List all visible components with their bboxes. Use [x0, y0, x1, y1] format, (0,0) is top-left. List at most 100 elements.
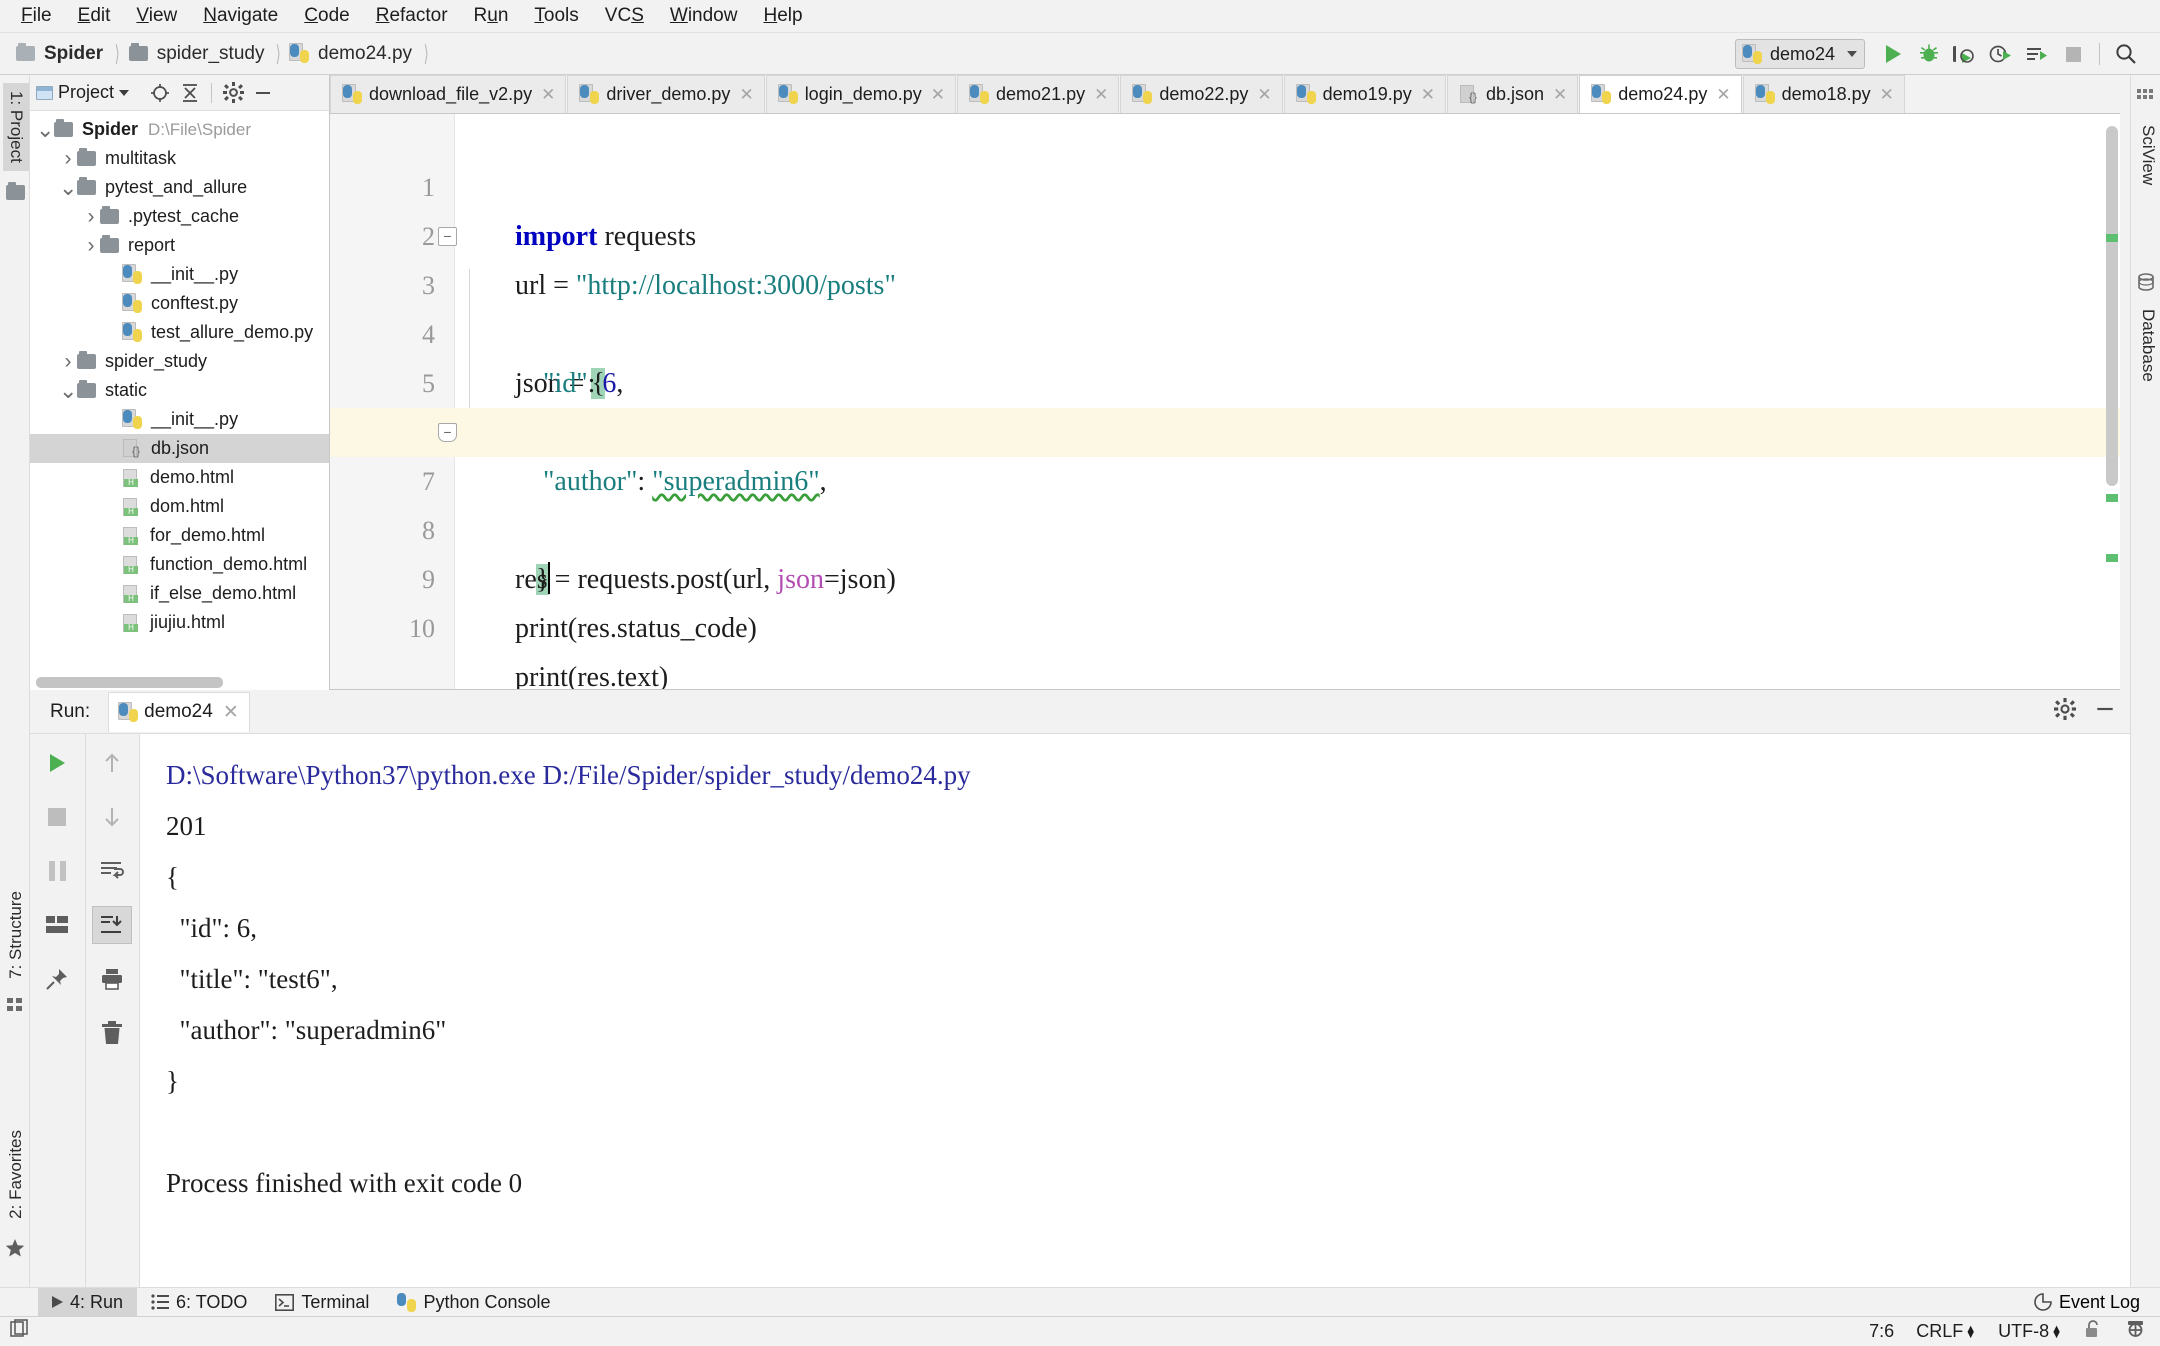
- tree-item[interactable]: Hfor_demo.html: [30, 521, 329, 550]
- sidebar-item-sciview[interactable]: SciView: [2135, 117, 2160, 193]
- menu-navigate[interactable]: Navigate: [190, 2, 291, 30]
- editor-tab-demo21-py[interactable]: demo21.py ✕: [957, 75, 1120, 113]
- tree-item[interactable]: Hif_else_demo.html: [30, 579, 329, 608]
- select-opened-file-button[interactable]: [145, 78, 175, 108]
- close-icon[interactable]: ✕: [1094, 85, 1108, 105]
- chevron-down-icon[interactable]: [119, 89, 130, 96]
- pin-tab-button[interactable]: [37, 960, 77, 998]
- tree-item[interactable]: Hdemo.html: [30, 463, 329, 492]
- collapse-all-button[interactable]: [175, 78, 205, 108]
- editor-marker[interactable]: [2106, 234, 2118, 242]
- rerun-button[interactable]: [37, 744, 77, 782]
- breadcrumb-item-folder[interactable]: spider_study: [157, 43, 265, 65]
- editor-tab-download-file-v2-py[interactable]: download_file_v2.py ✕: [330, 75, 567, 113]
- tool-window-python-console[interactable]: Python Console: [383, 1288, 564, 1317]
- caret-position[interactable]: 7:6: [1869, 1321, 1894, 1342]
- tree-item[interactable]: conftest.py: [30, 289, 329, 318]
- menu-window[interactable]: Window: [657, 2, 751, 30]
- editor-tab-demo22-py[interactable]: demo22.py ✕: [1120, 75, 1283, 113]
- tree-item[interactable]: Hjiujiu.html: [30, 608, 329, 637]
- stop-process-button[interactable]: [37, 798, 77, 836]
- line-separator-selector[interactable]: CRLF ▲ ▼: [1916, 1321, 1976, 1342]
- close-icon[interactable]: ✕: [1421, 85, 1435, 105]
- close-icon[interactable]: ✕: [1716, 85, 1730, 105]
- run-hide-button[interactable]: [2094, 698, 2116, 725]
- menu-code[interactable]: Code: [291, 2, 362, 30]
- menu-tools[interactable]: Tools: [521, 2, 591, 30]
- tool-window-run[interactable]: 4: Run: [38, 1287, 138, 1317]
- chevron-down-icon[interactable]: ⌄: [59, 176, 77, 198]
- project-horizontal-scrollbar[interactable]: [36, 677, 289, 688]
- tree-item[interactable]: › spider_study: [30, 347, 329, 376]
- close-icon[interactable]: ✕: [541, 85, 555, 105]
- editor-vertical-scrollbar[interactable]: [2106, 126, 2118, 486]
- menu-file[interactable]: File: [8, 2, 65, 30]
- encoding-selector[interactable]: UTF-8 ▲ ▼: [1998, 1321, 2062, 1342]
- close-icon[interactable]: ✕: [739, 85, 753, 105]
- tree-item[interactable]: ⌄ static: [30, 376, 329, 405]
- run-with-coverage-button[interactable]: [1947, 37, 1983, 71]
- menu-help[interactable]: Help: [750, 2, 815, 30]
- tree-item[interactable]: › report: [30, 231, 329, 260]
- editor-tab-login-demo-py[interactable]: login_demo.py ✕: [765, 75, 957, 113]
- next-occurrence-button[interactable]: [92, 798, 132, 836]
- unlocked-icon[interactable]: [2084, 1319, 2103, 1344]
- run-button[interactable]: [1875, 37, 1911, 71]
- editor-marker[interactable]: [2106, 494, 2118, 502]
- profile-button[interactable]: [1983, 37, 2019, 71]
- sidebar-item-project[interactable]: 1: Project: [3, 83, 29, 171]
- search-everywhere-button[interactable]: [2108, 37, 2144, 71]
- run-configuration-selector[interactable]: demo24: [1734, 39, 1865, 69]
- project-settings-button[interactable]: [218, 78, 248, 108]
- run-dashboard-button[interactable]: [2019, 37, 2055, 71]
- close-icon[interactable]: ✕: [1553, 85, 1567, 105]
- layout-settings-button[interactable]: [37, 906, 77, 944]
- fold-end-icon[interactable]: −: [438, 423, 457, 442]
- close-icon[interactable]: ✕: [1257, 85, 1271, 105]
- tool-window-todo[interactable]: 6: TODO: [137, 1288, 261, 1317]
- debug-button[interactable]: [1911, 37, 1947, 71]
- breadcrumb-item-file[interactable]: demo24.py: [318, 43, 412, 65]
- soft-wrap-button[interactable]: [92, 852, 132, 890]
- fold-collapse-icon[interactable]: −: [438, 227, 457, 246]
- chevron-right-icon[interactable]: ›: [82, 234, 100, 258]
- inspection-icon[interactable]: [2125, 1319, 2146, 1344]
- sidebar-item-favorites[interactable]: 2: Favorites: [3, 1122, 29, 1227]
- close-icon[interactable]: ✕: [931, 85, 945, 105]
- stop-button[interactable]: [2055, 37, 2091, 71]
- sidebar-item-structure[interactable]: 7: Structure: [3, 883, 29, 987]
- tree-item[interactable]: __init__.py: [30, 260, 329, 289]
- editor-tab-db-json[interactable]: {} db.json ✕: [1446, 75, 1579, 113]
- close-icon[interactable]: ✕: [223, 701, 239, 724]
- menu-edit[interactable]: Edit: [65, 2, 124, 30]
- code-editor[interactable]: 1 import requests 2 url = "http://localh…: [330, 114, 2120, 690]
- chevron-down-icon[interactable]: ⌄: [59, 379, 77, 401]
- clear-all-button[interactable]: [92, 1014, 132, 1052]
- memory-indicator-icon[interactable]: [10, 1319, 30, 1344]
- event-log-button[interactable]: Event Log: [2034, 1292, 2140, 1313]
- editor-tab-driver-demo-py[interactable]: driver_demo.py ✕: [567, 75, 765, 113]
- print-button[interactable]: [92, 960, 132, 998]
- menu-vcs[interactable]: VCS: [592, 2, 657, 30]
- editor-tab-demo18-py[interactable]: demo18.py ✕: [1742, 75, 1905, 113]
- prev-occurrence-button[interactable]: [92, 744, 132, 782]
- editor-marker[interactable]: [2106, 554, 2118, 562]
- tree-item[interactable]: Hfunction_demo.html: [30, 550, 329, 579]
- tool-window-terminal[interactable]: Terminal: [261, 1288, 383, 1317]
- scroll-to-end-button[interactable]: [92, 906, 133, 944]
- project-tree[interactable]: ⌄ Spider D:\File\Spider › multitask ⌄ pytest_a…: [30, 111, 329, 690]
- tree-item[interactable]: ⌄ Spider D:\File\Spider: [30, 115, 329, 144]
- menu-refactor[interactable]: Refactor: [363, 2, 461, 30]
- menu-run[interactable]: Run: [461, 2, 522, 30]
- tree-item-selected[interactable]: {} db.json: [30, 434, 329, 463]
- tree-item[interactable]: › .pytest_cache: [30, 202, 329, 231]
- close-icon[interactable]: ✕: [1880, 85, 1894, 105]
- pause-output-button[interactable]: [37, 852, 77, 890]
- editor-tab-demo24-py[interactable]: demo24.py ✕: [1579, 75, 1742, 113]
- tree-item[interactable]: › multitask: [30, 144, 329, 173]
- tree-item[interactable]: ⌄ pytest_and_allure: [30, 173, 329, 202]
- breadcrumb-item-project[interactable]: Spider: [44, 43, 103, 65]
- chevron-down-icon[interactable]: ⌄: [36, 118, 54, 140]
- menu-view[interactable]: View: [123, 2, 190, 30]
- hide-panel-button[interactable]: [248, 78, 278, 108]
